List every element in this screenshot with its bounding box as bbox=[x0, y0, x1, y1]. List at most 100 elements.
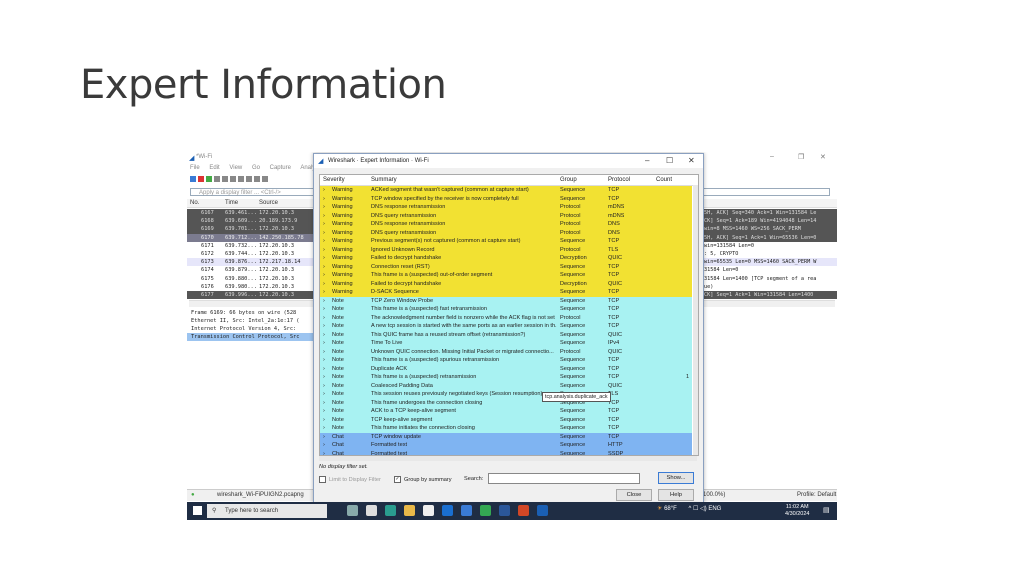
menu-file[interactable]: File bbox=[190, 165, 200, 171]
wireshark-taskbar-icon[interactable] bbox=[537, 505, 548, 516]
restart-capture-icon[interactable] bbox=[206, 176, 212, 182]
expand-arrow-icon[interactable]: › bbox=[323, 288, 325, 297]
expand-arrow-icon[interactable]: › bbox=[323, 254, 325, 263]
expert-row[interactable]: › Note This frame is a (suspected) retrans… bbox=[320, 373, 692, 382]
col-time[interactable]: Time bbox=[225, 200, 238, 206]
expert-row[interactable]: › Note Duplicate ACK Sequence TCP bbox=[320, 364, 692, 374]
temperature[interactable]: 68°F bbox=[664, 506, 677, 512]
expand-arrow-icon[interactable]: › bbox=[323, 356, 325, 365]
expand-arrow-icon[interactable]: › bbox=[323, 365, 325, 374]
close-button[interactable]: Close bbox=[616, 489, 652, 501]
expand-arrow-icon[interactable]: › bbox=[323, 271, 325, 280]
expert-row[interactable]: › Warning Connection reset (RST) Sequence TC… bbox=[320, 262, 692, 272]
expert-row[interactable]: › Note This frame undergoes the connection… bbox=[320, 398, 692, 408]
col-no[interactable]: No. bbox=[190, 200, 199, 206]
close-file-icon[interactable] bbox=[238, 176, 244, 182]
expert-row[interactable]: › Warning Failed to decrypt handshake Decry… bbox=[320, 254, 692, 263]
col-summary[interactable]: Summary bbox=[371, 177, 397, 183]
expand-arrow-icon[interactable]: › bbox=[323, 297, 325, 306]
expert-row[interactable]: › Note Coalesced Padding Data Sequence QUIC bbox=[320, 381, 692, 390]
col-source[interactable]: Source bbox=[259, 200, 278, 206]
dialog-maximize-icon[interactable]: ☐ bbox=[666, 156, 673, 165]
status-profile[interactable]: Profile: Default bbox=[797, 492, 836, 498]
expert-row[interactable]: › Warning Ignored Unknown Record Protocol TL… bbox=[320, 245, 692, 255]
expert-row[interactable]: › Warning TCP window specified by the rece… bbox=[320, 194, 692, 203]
expand-arrow-icon[interactable]: › bbox=[323, 229, 325, 238]
expand-arrow-icon[interactable]: › bbox=[323, 280, 325, 289]
expert-row[interactable]: › Warning ACKed segment that wasn't captur… bbox=[320, 186, 692, 195]
detail-tree-item[interactable]: Transmission Control Protocol, Src bbox=[187, 333, 317, 341]
expand-arrow-icon[interactable]: › bbox=[323, 399, 325, 408]
dialog-close-icon[interactable]: ✕ bbox=[688, 156, 695, 165]
detail-tree-item[interactable]: Frame 6169: 66 bytes on wire (528 bbox=[187, 309, 317, 317]
expert-row[interactable]: › Note This session reuses previously nego… bbox=[320, 390, 692, 399]
powerpoint-icon[interactable] bbox=[518, 505, 529, 516]
expert-row[interactable]: › Note This frame is a (suspected) spuriou… bbox=[320, 356, 692, 365]
expand-arrow-icon[interactable]: › bbox=[323, 203, 325, 212]
group-by-summary-checkbox[interactable]: ✓ bbox=[394, 476, 401, 483]
taskbar-clock[interactable]: 11:02 AM 4/30/2024 bbox=[785, 504, 809, 518]
detail-tree-item[interactable]: Ethernet II, Src: Intel_2a:1e:17 ( bbox=[187, 317, 317, 325]
detail-tree-item[interactable]: Internet Protocol Version 4, Src: bbox=[187, 325, 317, 333]
chrome-icon[interactable] bbox=[480, 505, 491, 516]
expert-table-hscroll[interactable] bbox=[319, 456, 697, 461]
expand-arrow-icon[interactable]: › bbox=[323, 331, 325, 340]
expand-arrow-icon[interactable]: › bbox=[323, 348, 325, 357]
menu-view[interactable]: View bbox=[229, 165, 242, 171]
expert-row[interactable]: › Warning This frame is a (suspected) out-… bbox=[320, 271, 692, 280]
expand-arrow-icon[interactable]: › bbox=[323, 314, 325, 323]
search-input[interactable] bbox=[488, 473, 640, 484]
expand-arrow-icon[interactable]: › bbox=[323, 441, 325, 450]
reload-icon[interactable] bbox=[246, 176, 252, 182]
file-explorer-icon[interactable] bbox=[404, 505, 415, 516]
expert-row[interactable]: › Note The acknowledgment number field is … bbox=[320, 313, 692, 323]
col-severity[interactable]: Severity bbox=[323, 177, 345, 183]
limit-to-filter-option[interactable]: Limit to Display Filter bbox=[319, 476, 381, 483]
start-capture-icon[interactable] bbox=[190, 176, 196, 182]
network-icon[interactable]: ☐ bbox=[693, 506, 698, 512]
expert-row[interactable]: › Note Time To Live Sequence IPv4 bbox=[320, 339, 692, 348]
close-icon[interactable]: ✕ bbox=[820, 153, 826, 161]
expert-row[interactable]: › Note This frame initiates the connection… bbox=[320, 424, 692, 433]
task-view-icon[interactable] bbox=[366, 505, 377, 516]
expand-arrow-icon[interactable]: › bbox=[323, 237, 325, 246]
show-button[interactable]: Show... bbox=[658, 472, 694, 484]
expert-row[interactable]: › Warning DNS response retransmission Proto… bbox=[320, 203, 692, 212]
word-icon[interactable] bbox=[499, 505, 510, 516]
expert-row[interactable]: › Chat TCP window update Sequence TCP bbox=[320, 432, 692, 441]
edge-icon[interactable] bbox=[385, 505, 396, 516]
expert-row[interactable]: › Warning Failed to decrypt handshake Decry… bbox=[320, 279, 692, 289]
expand-arrow-icon[interactable]: › bbox=[323, 322, 325, 331]
expand-arrow-icon[interactable]: › bbox=[323, 390, 325, 399]
expert-table-vscroll[interactable] bbox=[693, 185, 698, 455]
expert-row[interactable]: › Note ACK to a TCP keep-alive segment Sequ… bbox=[320, 407, 692, 416]
windows-start-icon[interactable] bbox=[193, 506, 202, 515]
expert-row[interactable]: › Warning Previous segment(s) not captured… bbox=[320, 237, 692, 246]
expand-arrow-icon[interactable]: › bbox=[323, 416, 325, 425]
col-count[interactable]: Count bbox=[656, 177, 672, 183]
expand-arrow-icon[interactable]: › bbox=[323, 263, 325, 272]
expert-row[interactable]: › Note This frame is a (suspected) fast re… bbox=[320, 305, 692, 314]
group-by-summary-option[interactable]: ✓ Group by summary bbox=[394, 476, 452, 483]
taskbar-search-input[interactable]: ⚲ Type here to search bbox=[207, 504, 327, 518]
minimize-icon[interactable]: – bbox=[770, 153, 774, 160]
expert-row[interactable]: › Warning D-SACK Sequence Sequence TCP bbox=[320, 288, 692, 297]
notification-icon[interactable]: ▤ bbox=[823, 506, 830, 514]
expand-arrow-icon[interactable]: › bbox=[323, 407, 325, 416]
help-button[interactable]: Help bbox=[658, 489, 694, 501]
col-group[interactable]: Group bbox=[560, 177, 577, 183]
expert-row[interactable]: › Note This QUIC frame has a reused stream… bbox=[320, 330, 692, 340]
expert-row[interactable]: › Note TCP Zero Window Probe Sequence TCP bbox=[320, 296, 692, 306]
tray-chevron-icon[interactable]: ^ bbox=[688, 506, 691, 512]
find-icon[interactable] bbox=[254, 176, 260, 182]
expand-arrow-icon[interactable]: › bbox=[323, 246, 325, 255]
limit-checkbox[interactable] bbox=[319, 476, 326, 483]
back-icon[interactable] bbox=[262, 176, 268, 182]
menu-capture[interactable]: Capture bbox=[270, 165, 291, 171]
expert-row[interactable]: › Note TCP keep-alive segment Sequence TCP bbox=[320, 415, 692, 425]
weather-icon[interactable]: ☀ bbox=[657, 506, 662, 512]
restore-icon[interactable]: ❐ bbox=[798, 153, 804, 161]
expert-row[interactable]: › Note Unknown QUIC connection. Missing In… bbox=[320, 347, 692, 357]
open-file-icon[interactable] bbox=[222, 176, 228, 182]
expert-row[interactable]: › Warning DNS response retransmission Proto… bbox=[320, 220, 692, 229]
